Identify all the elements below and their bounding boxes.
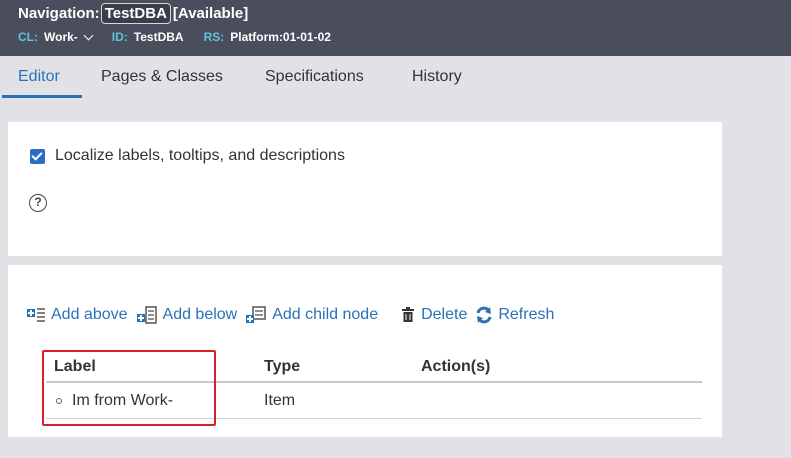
refresh-icon	[476, 306, 492, 324]
ruleset-key: RS:	[203, 30, 225, 44]
trash-icon	[402, 307, 415, 322]
add-below-icon	[136, 306, 157, 324]
tree-toolbar: Add above Add below Add child node Delet…	[26, 305, 562, 325]
add-above-label: Add above	[51, 306, 128, 323]
add-child-node-button[interactable]: Add child node	[245, 305, 378, 325]
settings-panel: Localize labels, tooltips, and descripti…	[8, 122, 722, 256]
tab-bar: Editor Pages & Classes Specifications Hi…	[0, 56, 791, 98]
active-tab-indicator	[2, 95, 82, 98]
add-child-node-icon	[246, 306, 266, 323]
localize-label: Localize labels, tooltips, and descripti…	[55, 147, 345, 164]
ruleset-value[interactable]: Platform:01-01-02	[230, 30, 331, 44]
column-header-type: Type	[264, 358, 301, 375]
refresh-label: Refresh	[498, 306, 555, 323]
id-key: ID:	[111, 30, 128, 44]
id-value: TestDBA	[133, 30, 184, 44]
class-key: CL:	[18, 30, 38, 44]
localize-checkbox[interactable]	[30, 148, 45, 164]
rule-name-field[interactable]: TestDBA	[100, 3, 171, 24]
tab-specifications[interactable]: Specifications	[265, 68, 364, 86]
add-below-button[interactable]: Add below	[136, 305, 238, 325]
delete-button[interactable]: Delete	[400, 306, 467, 324]
rule-header: Navigation: TestDBA [Available] CL: Work…	[0, 0, 791, 56]
add-child-node-label: Add child node	[272, 306, 379, 323]
rule-status: [Available]	[172, 5, 249, 22]
tab-editor[interactable]: Editor	[18, 68, 60, 86]
class-value: Work-	[44, 30, 78, 44]
add-above-icon	[27, 308, 45, 322]
tab-history[interactable]: History	[412, 68, 462, 86]
rule-type-label: Navigation:	[18, 5, 100, 22]
add-below-label: Add below	[162, 306, 238, 323]
delete-label: Delete	[421, 306, 468, 323]
column-header-actions: Action(s)	[421, 358, 491, 375]
row-type: Item	[264, 391, 296, 409]
localize-option[interactable]: Localize labels, tooltips, and descripti…	[30, 147, 345, 165]
help-icon[interactable]: ?	[29, 194, 47, 212]
class-dropdown[interactable]: Work-	[44, 30, 94, 44]
refresh-button[interactable]: Refresh	[475, 306, 554, 324]
annotation-highlight-box	[42, 350, 216, 426]
add-above-button[interactable]: Add above	[26, 306, 128, 324]
chevron-down-icon[interactable]	[83, 30, 94, 40]
rule-meta: CL: Work- ID: TestDBA RS: Platform:01-01…	[18, 30, 351, 44]
tab-pages-classes[interactable]: Pages & Classes	[101, 68, 223, 86]
rule-title: Navigation: TestDBA [Available]	[18, 3, 248, 24]
